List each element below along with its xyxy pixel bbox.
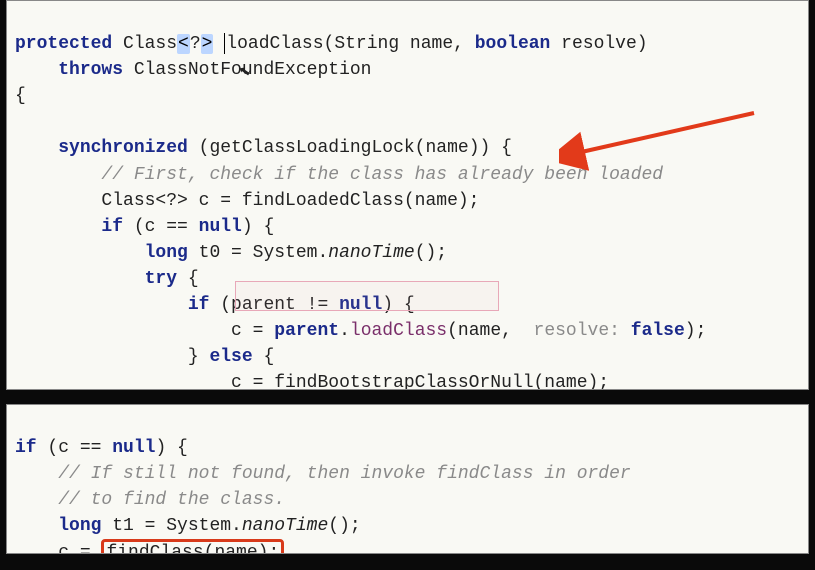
open-brace: {: [15, 86, 26, 106]
kw-long-1: long: [145, 243, 188, 263]
parent-load-args-1: (name,: [447, 321, 533, 341]
code-panel-bottom[interactable]: if (c == null) { // If still not found, …: [6, 404, 809, 554]
method-loadClass: loadClass: [226, 34, 323, 54]
kw-throws: throws: [58, 60, 123, 80]
nanoTime-tail-1: ();: [415, 243, 447, 263]
parent-load-args-3: );: [685, 321, 707, 341]
kw-protected: protected: [15, 34, 112, 54]
wildcard: ?: [190, 34, 201, 54]
t1-decl: t1 = System.: [101, 516, 241, 536]
comment-still-not-found-2: // to find the class.: [58, 490, 285, 510]
t0-decl: t0 = System.: [188, 243, 328, 263]
param-hint-resolve: resolve:: [534, 321, 620, 341]
throws-type: ClassNotFoundException: [123, 60, 371, 80]
kw-null-1: null: [199, 217, 242, 237]
close-paren-brace-3: ) {: [155, 438, 187, 458]
if-c-null: (c ==: [123, 217, 199, 237]
close-brace-inner: }: [188, 347, 199, 367]
comment-still-not-found-1: // If still not found, then invoke findC…: [58, 464, 631, 484]
code-panel-top[interactable]: protected Class<?> loadClass(String name…: [6, 0, 809, 390]
annotation-red-arrow-icon: [559, 101, 779, 171]
findClass-call: findClass(name);: [106, 543, 279, 554]
parent-word: parent: [274, 321, 339, 341]
annotation-red-box: findClass(name);: [101, 539, 284, 554]
try-brace: {: [177, 269, 199, 289]
parent-load-args-2: [620, 321, 631, 341]
sync-call: (getClassLoadingLock(name)) {: [188, 138, 512, 158]
kw-boolean: boolean: [475, 34, 551, 54]
assign-lead: c =: [58, 543, 101, 554]
bootstrap-line: c = findBootstrapClassOrNull(name);: [231, 373, 609, 390]
angle-close-highlight: >: [201, 34, 214, 54]
kw-else: else: [209, 347, 252, 367]
kw-false: false: [631, 321, 685, 341]
parent-load-lead: c =: [231, 321, 274, 341]
angle-open-highlight: <: [177, 34, 190, 54]
kw-try: try: [145, 269, 177, 289]
sig-params-2: resolve): [550, 34, 647, 54]
nanoTime-2: nanoTime: [242, 516, 328, 536]
kw-null-2: null: [339, 295, 382, 315]
kw-synchronized: synchronized: [58, 138, 188, 158]
space: [213, 34, 224, 54]
else-brace: {: [253, 347, 275, 367]
loadClass-word: loadClass: [350, 321, 447, 341]
decl-c: Class<?> c = findLoadedClass(name);: [101, 191, 479, 211]
if-parent: (parent !=: [209, 295, 339, 315]
close-paren-brace-1: ) {: [242, 217, 274, 237]
kw-long-2: long: [58, 516, 101, 536]
space: [112, 34, 123, 54]
nanoTime-tail-2: ();: [328, 516, 360, 536]
comment-first-check: // First, check if the class has already…: [101, 165, 663, 185]
kw-if-2: if: [188, 295, 210, 315]
type-class: Class: [123, 34, 177, 54]
sig-params-1: (String name,: [324, 34, 475, 54]
dot: .: [339, 321, 350, 341]
kw-if-1: if: [101, 217, 123, 237]
kw-null-3: null: [112, 438, 155, 458]
nanoTime-1: nanoTime: [328, 243, 414, 263]
kw-if-3: if: [15, 438, 37, 458]
close-paren-brace-2: ) {: [382, 295, 414, 315]
if-c-null-2: (c ==: [37, 438, 113, 458]
